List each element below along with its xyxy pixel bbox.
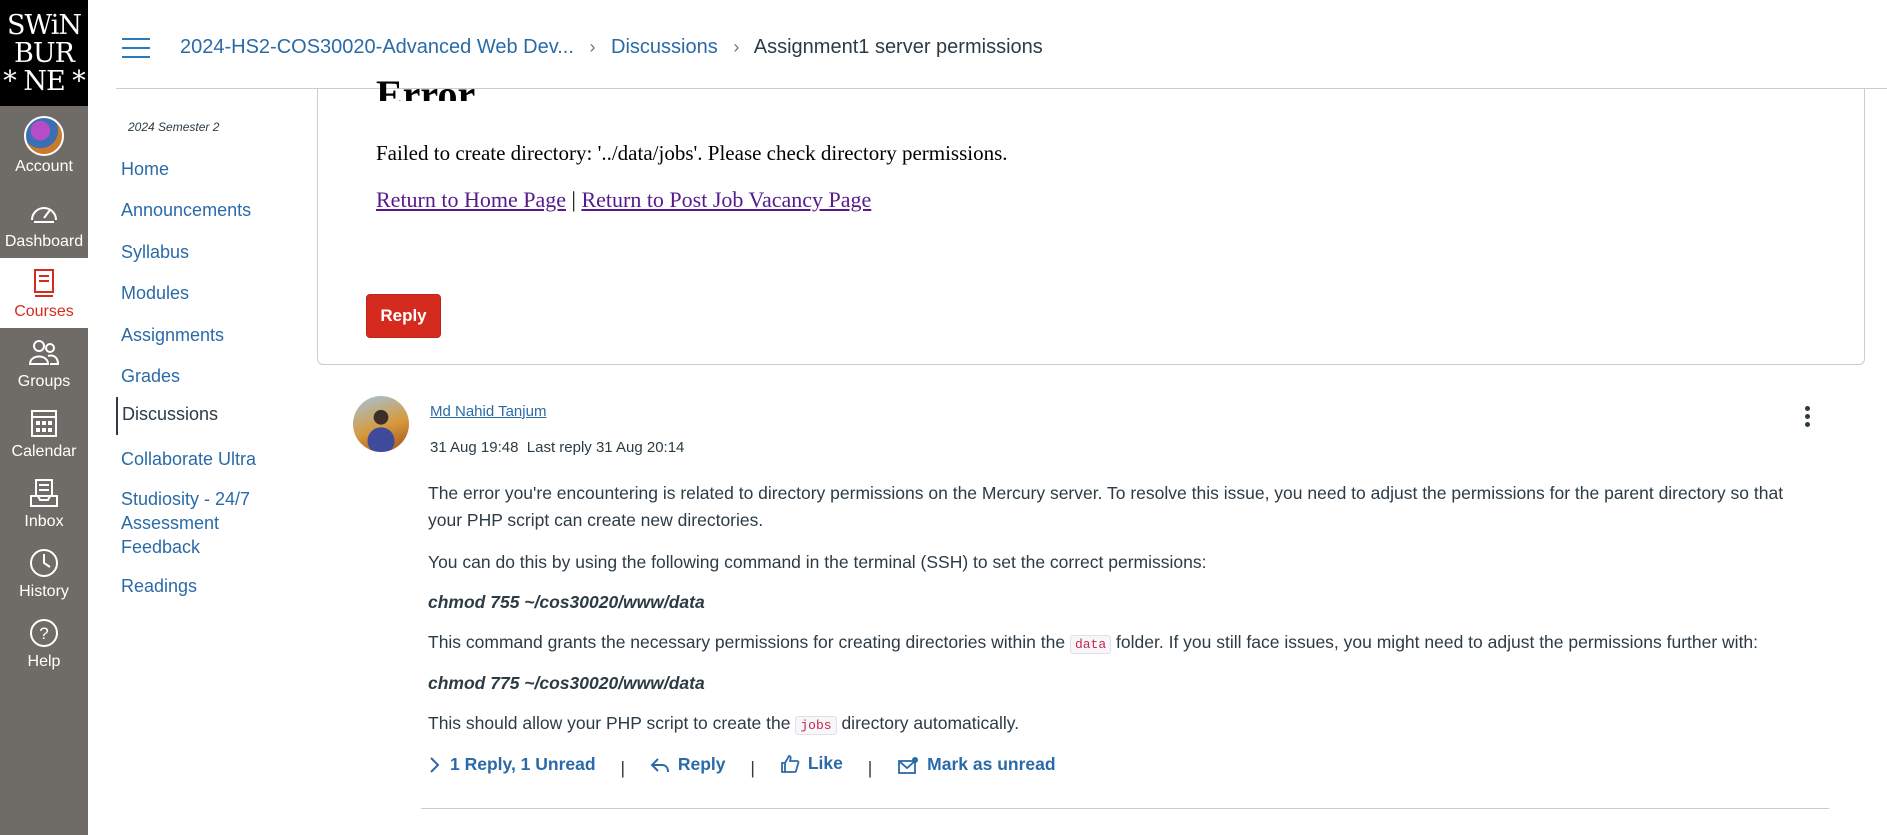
nav-courses[interactable]: Courses	[0, 258, 88, 328]
post-actions: 1 Reply, 1 Unread | Reply | Like | Mark …	[428, 753, 1056, 779]
p3-before: This command grants the necessary permis…	[428, 632, 1066, 652]
action-divider: |	[750, 757, 755, 778]
course-nav-home[interactable]: Home	[121, 157, 169, 181]
replies-count: 1 Reply, 1 Unread	[450, 754, 596, 774]
like-action-label: Like	[807, 753, 843, 773]
breadcrumb-discussions[interactable]: Discussions	[611, 36, 718, 58]
nav-account[interactable]: Account	[0, 108, 88, 178]
svg-text:?: ?	[39, 624, 48, 643]
p4-after: directory automatically.	[841, 713, 1020, 733]
error-message: Failed to create directory: '../data/job…	[376, 141, 1008, 165]
mark-unread-action[interactable]: Mark as unread	[897, 754, 1056, 775]
global-navigation: SWiN BUR * NE * Account Dashboard Course…	[0, 0, 88, 835]
course-nav-announcements[interactable]: Announcements	[121, 198, 251, 222]
thumbs-up-icon	[780, 754, 800, 773]
history-icon	[30, 549, 58, 577]
nav-history-label: History	[19, 583, 69, 600]
nav-help[interactable]: ? Help	[0, 608, 88, 678]
post-meta: 31 Aug 19:48 Last reply 31 Aug 20:14	[430, 439, 684, 456]
nav-dashboard[interactable]: Dashboard	[0, 188, 88, 258]
course-nav-syllabus[interactable]: Syllabus	[121, 240, 189, 264]
action-divider: |	[620, 757, 625, 778]
help-icon: ?	[30, 619, 58, 647]
nav-dashboard-label: Dashboard	[4, 233, 84, 250]
reply-icon	[650, 757, 669, 772]
nav-inbox[interactable]: Inbox	[0, 468, 88, 538]
last-reply-time: Last reply 31 Aug 20:14	[526, 439, 685, 456]
reply-button[interactable]: Reply	[366, 294, 441, 338]
hamburger-menu-icon[interactable]	[122, 38, 150, 60]
courses-icon	[34, 269, 54, 297]
course-nav-collaborate-ultra[interactable]: Collaborate Ultra	[121, 447, 256, 471]
chevron-right-icon: ›	[733, 37, 740, 57]
dashboard-icon	[31, 207, 57, 223]
author-name[interactable]: Md Nahid Tanjum	[430, 403, 546, 420]
nav-courses-label: Courses	[14, 303, 74, 320]
account-avatar	[24, 116, 64, 156]
command-2: chmod 775 ~/cos30020/www/data	[428, 673, 705, 693]
mark-unread-label: Mark as unread	[927, 754, 1056, 774]
chevron-right-icon: ›	[589, 37, 596, 57]
return-home-link[interactable]: Return to Home Page	[376, 187, 566, 212]
return-post-job-link[interactable]: Return to Post Job Vacancy Page	[581, 187, 871, 212]
error-heading: Error	[376, 72, 476, 101]
post-paragraph-3: This command grants the necessary permis…	[428, 629, 1818, 658]
posted-time: 31 Aug 19:48	[430, 439, 519, 456]
like-action[interactable]: Like	[780, 753, 843, 774]
nav-help-label: Help	[27, 653, 61, 670]
expand-replies-button[interactable]: 1 Reply, 1 Unread	[428, 754, 596, 775]
chevron-right-icon	[430, 756, 440, 773]
reply-action[interactable]: Reply	[650, 754, 726, 775]
logo-line-3: * NE *	[3, 66, 86, 97]
swinburne-logo[interactable]: SWiN BUR * NE *	[0, 0, 88, 106]
course-nav-discussions[interactable]: Discussions	[116, 397, 218, 435]
inbox-icon	[30, 479, 58, 507]
post-options-icon[interactable]	[1803, 406, 1811, 430]
action-divider: |	[867, 757, 873, 778]
course-nav-modules[interactable]: Modules	[121, 281, 189, 305]
p4-before: This should allow your PHP script to cre…	[428, 713, 791, 733]
course-nav-grades[interactable]: Grades	[121, 364, 180, 388]
link-separator: |	[571, 187, 576, 212]
nav-calendar[interactable]: Calendar	[0, 398, 88, 468]
original-post-card: Error Failed to create directory: '../da…	[317, 72, 1865, 365]
mark-unread-icon	[898, 756, 919, 774]
post-paragraph-2: You can do this by using the following c…	[428, 552, 1207, 572]
course-nav-readings[interactable]: Readings	[121, 574, 197, 598]
nav-account-label: Account	[15, 158, 73, 175]
nav-inbox-label: Inbox	[24, 513, 64, 530]
post-paragraph-1: The error you're encountering is related…	[428, 483, 1784, 530]
breadcrumb: 2024-HS2-COS30020-Advanced Web Dev... › …	[180, 36, 1043, 59]
inline-code-data: data	[1069, 635, 1112, 654]
error-links: Return to Home Page | Return to Post Job…	[376, 187, 871, 213]
inline-code-jobs: jobs	[795, 716, 837, 735]
course-nav-studiosity[interactable]: Studiosity - 24/7 Assessment Feedback	[121, 487, 271, 559]
nav-groups-label: Groups	[17, 373, 71, 390]
reply-action-label: Reply	[677, 754, 726, 774]
groups-icon	[28, 340, 60, 365]
nav-calendar-label: Calendar	[11, 443, 77, 460]
logo-line-2: BUR	[14, 38, 75, 69]
calendar-icon	[31, 410, 57, 437]
author-avatar[interactable]	[353, 396, 409, 452]
breadcrumb-current: Assignment1 server permissions	[753, 36, 1043, 58]
term-label: 2024 Semester 2	[128, 120, 220, 134]
p3-after: folder. If you still face issues, you mi…	[1116, 632, 1759, 652]
nav-groups[interactable]: Groups	[0, 328, 88, 398]
nav-history[interactable]: History	[0, 538, 88, 608]
post-divider	[421, 808, 1829, 809]
course-nav-assignments[interactable]: Assignments	[121, 323, 224, 347]
breadcrumb-course[interactable]: 2024-HS2-COS30020-Advanced Web Dev...	[180, 36, 574, 58]
post-paragraph-4: This should allow your PHP script to cre…	[428, 710, 1818, 739]
logo-line-1: SWiN	[6, 10, 82, 41]
command-1: chmod 755 ~/cos30020/www/data	[428, 592, 705, 612]
